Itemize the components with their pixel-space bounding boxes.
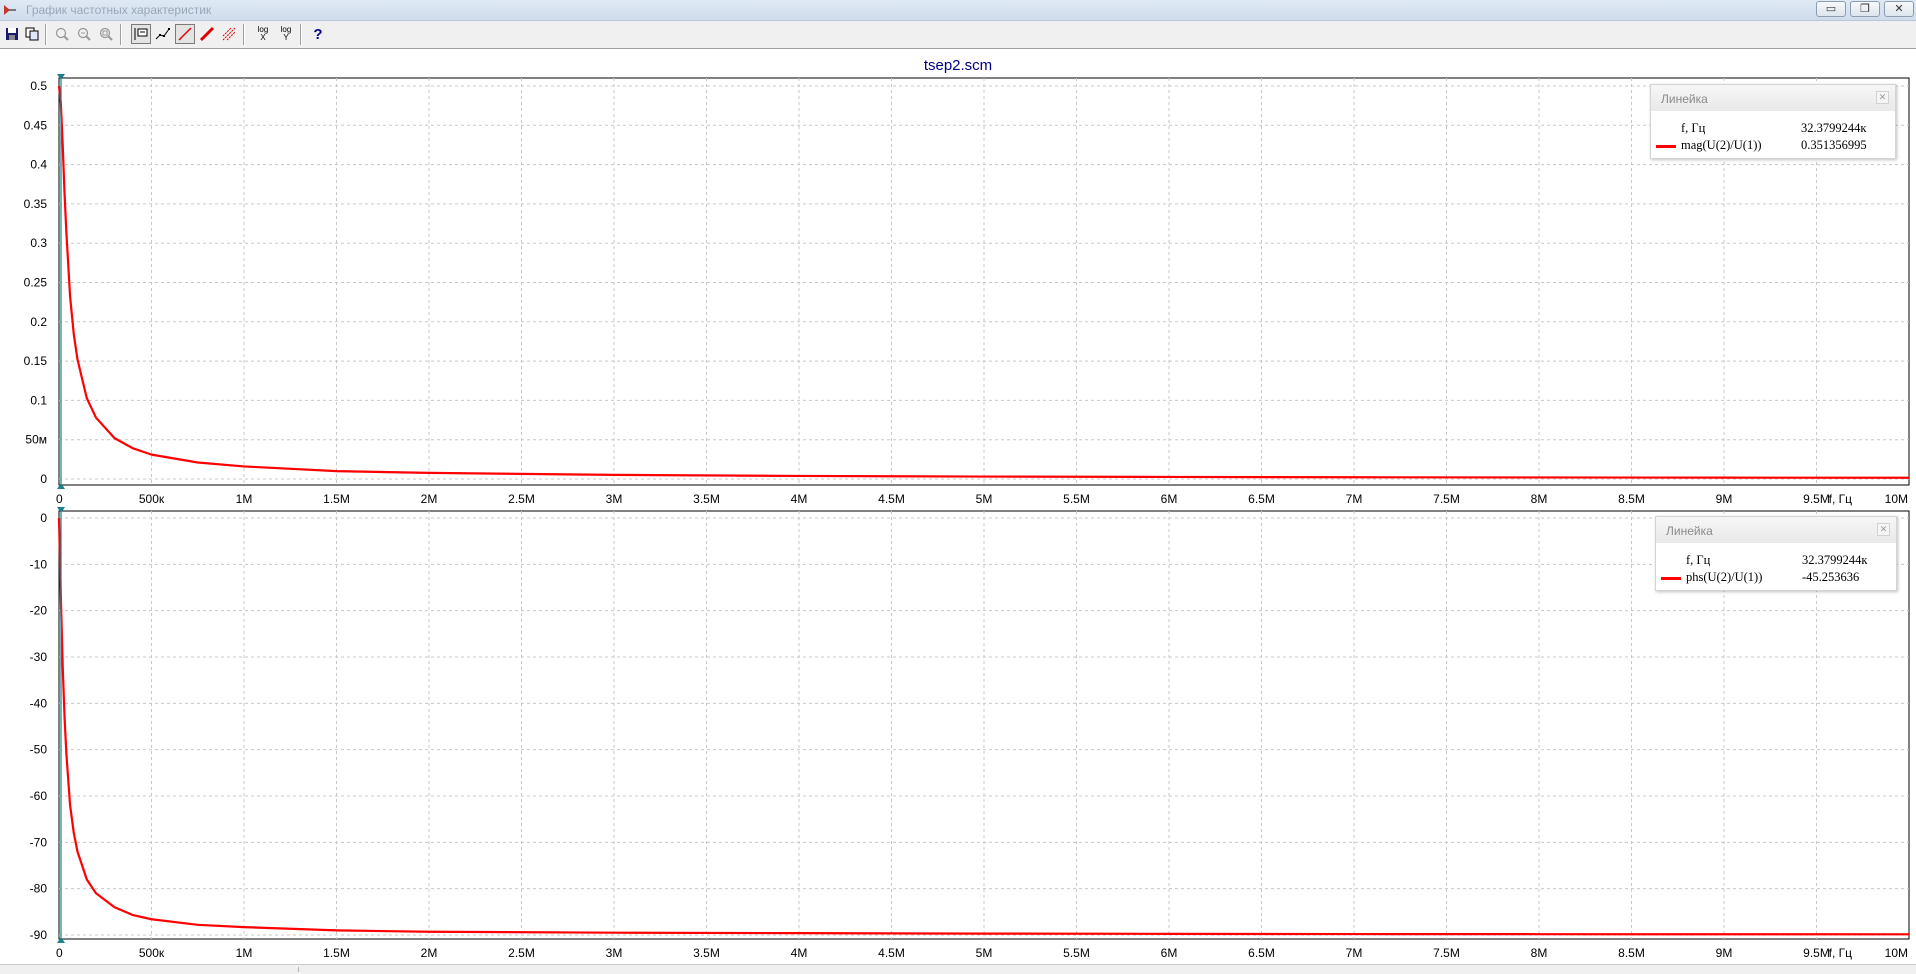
- x-tick-label: 10M: [1885, 492, 1908, 506]
- x-tick-label: 5M: [976, 946, 993, 960]
- cursor-legend-phase[interactable]: Линейка ✕ f, Гц 32.3799244к phs(U(2)/U(1…: [1655, 516, 1897, 591]
- legend-series-value: 0.351356995: [1801, 138, 1867, 152]
- x-tick-label: 8M: [1531, 492, 1548, 506]
- y-tick-label: 0.5: [30, 79, 47, 93]
- x-tick-label: 7.5M: [1433, 946, 1460, 960]
- x-tick-label: 6.5M: [1248, 492, 1275, 506]
- x-tick-label: 9M: [1716, 492, 1733, 506]
- x-tick-label: 8M: [1531, 946, 1548, 960]
- legend-header[interactable]: Линейка ✕: [1656, 517, 1896, 543]
- y-tick-label: -90: [30, 928, 48, 942]
- x-tick-label: 1.5M: [323, 492, 350, 506]
- legend-title: Линейка: [1666, 524, 1713, 538]
- y-tick-label: 0.45: [24, 118, 48, 132]
- y-tick-label: 0.25: [24, 276, 48, 290]
- x-tick-label: 1.5M: [323, 946, 350, 960]
- x-tick-label: 500к: [139, 946, 165, 960]
- x-tick-label: 3M: [606, 946, 623, 960]
- x-tick-label: 6M: [1161, 492, 1178, 506]
- legend-series-label: mag(U(2)/U(1)): [1681, 138, 1762, 152]
- legend-header[interactable]: Линейка ✕: [1651, 85, 1895, 111]
- x-tick-label: 2M: [421, 946, 438, 960]
- y-tick-label: -80: [30, 882, 48, 896]
- close-icon: ✕: [1878, 92, 1887, 102]
- x-tick-label: 3M: [606, 492, 623, 506]
- x-tick-label: 2.5M: [508, 492, 535, 506]
- plot-frame: [58, 510, 1910, 940]
- x-tick-label: 500к: [139, 492, 165, 506]
- y-tick-label: 0.15: [24, 354, 48, 368]
- x-tick-label: 2.5M: [508, 946, 535, 960]
- y-tick-label: 0.4: [30, 158, 47, 172]
- y-tick-label: -60: [30, 789, 48, 803]
- x-tick-label: 10M: [1885, 946, 1908, 960]
- y-tick-label: -70: [30, 835, 48, 849]
- plots-canvas[interactable]: 0 500к 1M 1.5M 2M 2.5M 3M 3.5M 4M 4.5M 5M 5.5M 6M 6.5…: [0, 0, 1916, 973]
- x-tick-label: 0: [56, 946, 63, 960]
- legend-x-label: f, Гц: [1686, 553, 1711, 567]
- x-tick-label: 5.5M: [1063, 492, 1090, 506]
- x-tick-label: 1M: [236, 492, 253, 506]
- x-tick-label: 3.5M: [693, 492, 720, 506]
- x-tick-label: 5.5M: [1063, 946, 1090, 960]
- x-tick-label: 3.5M: [693, 946, 720, 960]
- x-tick-label: 6.5M: [1248, 946, 1275, 960]
- y-tick-label: 50м: [25, 433, 47, 447]
- y-tick-label: -10: [30, 557, 48, 571]
- x-tick-label: 6M: [1161, 946, 1178, 960]
- legend-x-value: 32.3799244к: [1802, 553, 1868, 567]
- legend-x-value: 32.3799244к: [1801, 121, 1867, 135]
- y-tick-label: 0.35: [24, 197, 48, 211]
- close-icon: ✕: [1879, 524, 1888, 534]
- x-tick-label: 7M: [1346, 492, 1363, 506]
- y-tick-label: -30: [30, 650, 48, 664]
- x-tick-label: 8.5M: [1618, 492, 1645, 506]
- y-tick-label: -50: [30, 743, 48, 757]
- legend-x-label: f, Гц: [1681, 121, 1706, 135]
- x-tick-label: 2M: [421, 492, 438, 506]
- x-tick-label: 7.5M: [1433, 492, 1460, 506]
- legend-title: Линейка: [1661, 92, 1708, 106]
- y-tick-label: 0: [40, 511, 47, 525]
- x-tick-label: 4M: [791, 946, 808, 960]
- y-tick-label: 0.1: [30, 393, 47, 407]
- legend-series-label: phs(U(2)/U(1)): [1686, 570, 1763, 584]
- legend-close-button[interactable]: ✕: [1877, 523, 1890, 536]
- x-axis-label: f, Гц: [1829, 492, 1853, 506]
- y-tick-label: 0.3: [30, 236, 47, 250]
- x-tick-label: 7M: [1346, 946, 1363, 960]
- x-tick-label: 4.5M: [878, 946, 905, 960]
- x-tick-label: 1M: [236, 946, 253, 960]
- y-tick-label: 0: [40, 472, 47, 486]
- x-tick-label: 8.5M: [1618, 946, 1645, 960]
- y-tick-label: -40: [30, 696, 48, 710]
- x-tick-label: 9.5M: [1803, 946, 1830, 960]
- x-tick-label: 0: [56, 492, 63, 506]
- x-tick-label: 4M: [791, 492, 808, 506]
- y-tick-label: 0.2: [30, 315, 47, 329]
- cursor-legend-magnitude[interactable]: Линейка ✕ f, Гц 32.3799244к mag(U(2)/U(1…: [1650, 84, 1896, 159]
- x-tick-label: 4.5M: [878, 492, 905, 506]
- legend-close-button[interactable]: ✕: [1876, 91, 1889, 104]
- legend-swatch: [1656, 145, 1676, 148]
- x-tick-label: 9M: [1716, 946, 1733, 960]
- y-tick-label: -20: [30, 604, 48, 618]
- legend-swatch: [1661, 577, 1681, 580]
- x-axis-label: f, Гц: [1829, 946, 1853, 960]
- legend-series-value: -45.253636: [1802, 570, 1860, 584]
- x-tick-label: 5M: [976, 492, 993, 506]
- x-tick-label: 9.5M: [1803, 492, 1830, 506]
